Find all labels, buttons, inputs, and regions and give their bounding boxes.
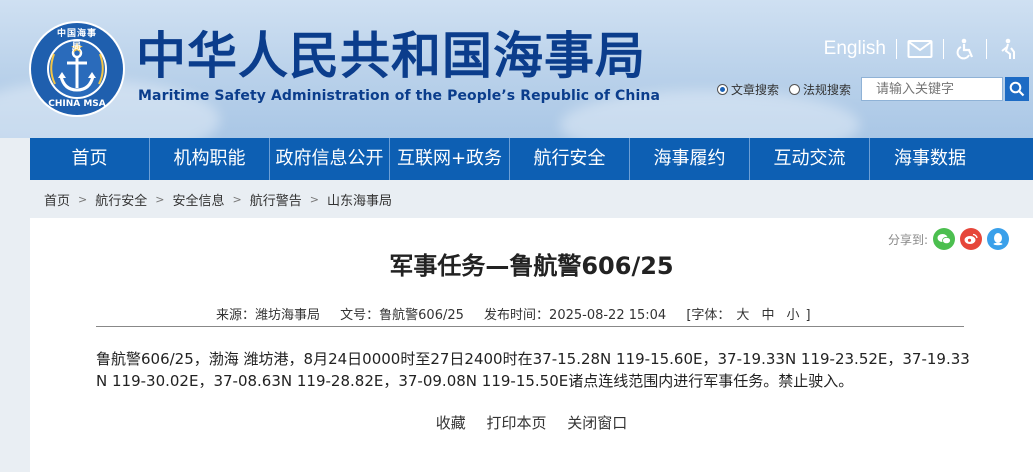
nav-item-navigation-safety[interactable]: 航行安全 (510, 138, 630, 180)
breadcrumb: 首页 > 航行安全 > 安全信息 > 航行警告 > 山东海事局 (30, 180, 1033, 218)
mail-icon[interactable] (907, 39, 933, 59)
meta-divider (96, 326, 964, 327)
breadcrumb-item[interactable]: 山东海事局 (327, 190, 392, 209)
main-nav: 首页 机构职能 政府信息公开 互联网+政务 航行安全 海事履约 互动交流 海事数… (30, 138, 1033, 180)
nav-item-internet-gov[interactable]: 互联网+政务 (390, 138, 510, 180)
radio-dot-selected[interactable] (716, 83, 728, 95)
close-window-link[interactable]: 关闭窗口 (567, 414, 627, 432)
nav-item-compliance[interactable]: 海事履约 (630, 138, 750, 180)
meta-source: 来源：潍坊海事局 (216, 308, 321, 323)
article-body: 鲁航警606/25，渤海 潍坊港，8月24日0000时至27日2400时在37-… (96, 350, 970, 390)
breadcrumb-item[interactable]: 航行安全 (95, 190, 147, 209)
toolbar-divider (986, 39, 987, 59)
font-small-button[interactable]: 小 (786, 308, 799, 323)
article-panel: 分享到: 军事任务—鲁航警606/25 来源：潍坊海事局 文号：鲁航警606/2… (30, 218, 1033, 472)
logo-text-top: 中国海事局 (56, 29, 97, 52)
toolbar-divider (896, 39, 897, 59)
site-title-cn: 中华人民共和国海事局 (136, 27, 646, 85)
accessibility-icon[interactable] (954, 38, 976, 60)
chevron-right-icon: > (78, 192, 88, 206)
search-button[interactable] (1005, 77, 1029, 101)
share-label: 分享到: (887, 232, 928, 247)
article-meta: 来源：潍坊海事局 文号：鲁航警606/25 发布时间：2025-08-22 15… (216, 304, 811, 323)
site-title-en: Maritime Safety Administration of the Pe… (138, 88, 660, 104)
nav-item-home[interactable]: 首页 (30, 138, 150, 180)
logo-text-bottom: CHINA MSA (48, 99, 106, 109)
chevron-right-icon: > (309, 192, 319, 206)
radio-article-label: 文章搜索 (730, 82, 779, 97)
font-size-close-bracket: ] (805, 308, 811, 323)
nav-item-interaction[interactable]: 互动交流 (750, 138, 870, 180)
nav-item-functions[interactable]: 机构职能 (150, 138, 270, 180)
nav-item-data[interactable]: 海事数据 (870, 138, 990, 180)
chevron-right-icon: > (155, 192, 165, 206)
meta-doc-number: 文号：鲁航警606/25 (340, 308, 464, 323)
breadcrumb-item[interactable]: 安全信息 (172, 190, 224, 209)
article-title: 军事任务—鲁航警606/25 (389, 252, 674, 280)
font-medium-button[interactable]: 中 (761, 308, 774, 323)
print-link[interactable]: 打印本页 (486, 414, 546, 432)
article-actions: 收藏 打印本页 关闭窗口 (30, 412, 1033, 433)
toolbar-divider (943, 39, 944, 59)
msa-logo[interactable]: 中国海事局 CHINA MSA (28, 20, 126, 118)
chevron-right-icon: > (232, 192, 242, 206)
breadcrumb-item[interactable]: 航行警告 (250, 190, 302, 209)
radio-regulation-label: 法规搜索 (802, 82, 851, 97)
radio-regulation-search[interactable]: 法规搜索 (788, 81, 851, 98)
font-large-button[interactable]: 大 (736, 308, 749, 323)
site-header: 中国海事局 CHINA MSA 中华人民共和国海事局 Maritime Safe… (0, 0, 1033, 138)
breadcrumb-item[interactable]: 首页 (44, 190, 70, 209)
search-icon (1009, 81, 1025, 97)
search-bar: 文章搜索 法规搜索 (716, 77, 1029, 101)
font-size-label: [字体： (686, 308, 731, 323)
elderly-mode-icon[interactable] (997, 38, 1019, 60)
nav-item-gov-info[interactable]: 政府信息公开 (270, 138, 390, 180)
radio-article-search[interactable]: 文章搜索 (716, 81, 779, 98)
meta-publish-time: 发布时间：2025-08-22 15:04 (484, 308, 667, 323)
favorite-link[interactable]: 收藏 (436, 414, 466, 432)
header-toolbar: English (824, 38, 1019, 60)
radio-dot[interactable] (788, 83, 800, 95)
font-size-control: [字体： 大中小] (686, 308, 810, 323)
english-link[interactable]: English (824, 38, 886, 60)
search-input[interactable] (861, 77, 1003, 101)
